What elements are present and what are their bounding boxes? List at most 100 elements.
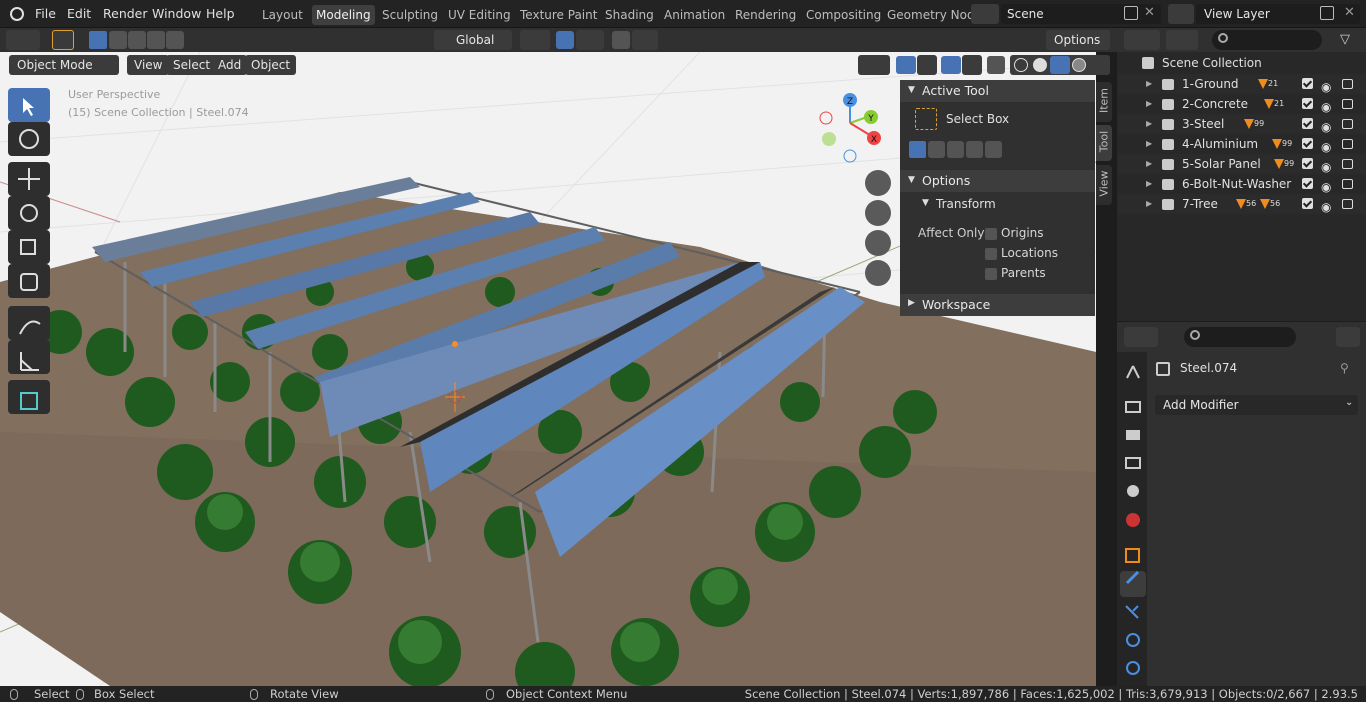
camera-render-icon[interactable] (1342, 199, 1353, 209)
transform-subpanel-label[interactable]: Transform (936, 197, 996, 211)
properties-options-icon[interactable] (1336, 327, 1360, 347)
panel-mode-extend-icon[interactable] (928, 141, 945, 158)
panel-mode-new-icon[interactable] (909, 141, 926, 158)
include-checkbox[interactable] (1302, 198, 1313, 209)
blender-logo-icon[interactable] (10, 7, 24, 21)
include-checkbox[interactable] (1302, 178, 1313, 189)
mode-intersect-icon[interactable] (166, 31, 184, 49)
parents-checkbox[interactable] (985, 268, 997, 280)
filter-icon[interactable]: ▽ (1340, 32, 1350, 47)
tab-tool[interactable]: Tool (1096, 125, 1112, 161)
include-checkbox[interactable] (1302, 98, 1313, 109)
panel-mode-subtract-icon[interactable] (947, 141, 964, 158)
perspective-grid-icon[interactable] (865, 260, 891, 286)
close-view-layer-icon[interactable]: ✕ (1344, 5, 1355, 20)
add-modifier-dropdown[interactable]: Add Modifier (1155, 395, 1358, 415)
tab-layout[interactable]: Layout (258, 5, 307, 25)
select-tool-icon[interactable] (52, 30, 74, 50)
select-menu[interactable]: Select (166, 55, 218, 75)
camera-render-icon[interactable] (1342, 159, 1353, 169)
menu-window[interactable]: Window (152, 0, 201, 28)
overlay-toggle-icon[interactable] (941, 56, 961, 74)
outliner-row-2[interactable]: ▶ 2-Concrete ◉ 21 (1118, 94, 1366, 114)
copy-scene-icon[interactable] (1124, 6, 1138, 20)
xray-icon[interactable] (987, 56, 1005, 74)
menu-file[interactable]: File (35, 0, 56, 28)
display-mode-icon[interactable] (1166, 30, 1198, 50)
tab-texture-paint[interactable]: Texture Paint (516, 5, 601, 25)
include-checkbox[interactable] (1302, 118, 1313, 129)
tab-compositing[interactable]: Compositing (802, 5, 885, 25)
include-checkbox[interactable] (1302, 138, 1313, 149)
menu-edit[interactable]: Edit (67, 0, 91, 28)
tab-geometry-nodes[interactable]: Geometry Nod (883, 5, 979, 25)
camera-render-icon[interactable] (1342, 99, 1353, 109)
camera-render-icon[interactable] (1342, 119, 1353, 129)
tab-animation[interactable]: Animation (660, 5, 729, 25)
outliner-row-7[interactable]: ▶ 7-Tree ◉ 56 56 (1118, 194, 1366, 214)
gizmo-toggle-icon[interactable] (896, 56, 916, 74)
snap-target-icon[interactable] (576, 30, 604, 50)
overlay-dropdown-icon[interactable] (962, 55, 982, 75)
scene-collection-row[interactable]: Scene Collection (1118, 53, 1366, 73)
outliner-search-input[interactable] (1212, 30, 1322, 50)
tab-modeling[interactable]: Modeling (312, 5, 375, 25)
tab-shading[interactable]: Shading (601, 5, 658, 25)
copy-view-layer-icon[interactable] (1320, 6, 1334, 20)
expand-arrow-icon[interactable]: ▶ (1146, 194, 1152, 214)
view-menu[interactable]: View (127, 55, 170, 75)
mode-new-icon[interactable] (89, 31, 107, 49)
include-checkbox[interactable] (1302, 158, 1313, 169)
mode-extend-icon[interactable] (109, 31, 127, 49)
outliner-row-1[interactable]: ▶ 1-Ground ◉ 21 (1118, 74, 1366, 94)
options-dropdown[interactable]: Options (1046, 30, 1110, 50)
editor-type-icon[interactable] (6, 30, 40, 50)
add-menu[interactable]: Add (212, 55, 248, 75)
view-layer-icon[interactable] (1168, 4, 1194, 24)
mode-invert-icon[interactable] (147, 31, 165, 49)
pivot-icon[interactable] (520, 30, 550, 50)
rendered-shading-icon[interactable] (1072, 58, 1086, 72)
expand-arrow-icon[interactable]: ▶ (1146, 114, 1152, 134)
proportional-edit-icon[interactable] (612, 31, 630, 49)
active-tool-header[interactable]: Active Tool (900, 80, 1095, 102)
close-icon[interactable]: ✕ (1144, 5, 1155, 20)
falloff-icon[interactable] (632, 30, 658, 50)
material-shading-icon[interactable] (1050, 56, 1070, 74)
expand-arrow-icon[interactable]: ▶ (1146, 174, 1152, 194)
menu-render[interactable]: Render (103, 0, 148, 28)
zoom-icon[interactable] (865, 170, 891, 196)
object-mode-dropdown[interactable]: Object Mode (9, 55, 119, 75)
tab-uv-editing[interactable]: UV Editing (444, 5, 515, 25)
pan-hand-icon[interactable] (865, 200, 891, 226)
workspace-header[interactable]: Workspace (900, 294, 1095, 316)
tab-item[interactable]: Item (1096, 82, 1112, 122)
wireframe-shading-icon[interactable] (1014, 58, 1028, 72)
camera-render-icon[interactable] (1342, 179, 1353, 189)
include-checkbox[interactable] (1302, 78, 1313, 89)
tab-view[interactable]: View (1096, 165, 1112, 205)
tab-sculpting[interactable]: Sculpting (378, 5, 442, 25)
outliner-row-3[interactable]: ▶ 3-Steel ◉ 99 (1118, 114, 1366, 134)
expand-arrow-icon[interactable]: ▶ (1146, 94, 1152, 114)
navigation-gizmo[interactable]: Z Y X (810, 88, 890, 168)
outliner-editor-icon[interactable] (1124, 30, 1160, 50)
mode-subtract-icon[interactable] (128, 31, 146, 49)
scene-selector-icon[interactable] (971, 4, 999, 24)
camera-icon[interactable] (865, 230, 891, 256)
expand-arrow-icon[interactable]: ▶ (1146, 134, 1152, 154)
eye-icon[interactable]: ◉ (1321, 197, 1331, 217)
solid-shading-icon[interactable] (1033, 58, 1047, 72)
tab-rendering[interactable]: Rendering (731, 5, 800, 25)
properties-editor-icon[interactable] (1124, 327, 1158, 347)
properties-search-input[interactable] (1184, 327, 1296, 347)
options-header[interactable]: Options (900, 170, 1095, 192)
outliner-row-4[interactable]: ▶ 4-Aluminium ◉ 99 (1118, 134, 1366, 154)
menu-help[interactable]: Help (206, 0, 235, 28)
camera-render-icon[interactable] (1342, 79, 1353, 89)
pin-icon[interactable]: ⚲ (1340, 361, 1349, 375)
origins-checkbox[interactable] (985, 228, 997, 240)
expand-arrow-icon[interactable]: ▶ (1146, 154, 1152, 174)
view-layer-field[interactable]: View Layer (1196, 4, 1360, 24)
locations-checkbox[interactable] (985, 248, 997, 260)
